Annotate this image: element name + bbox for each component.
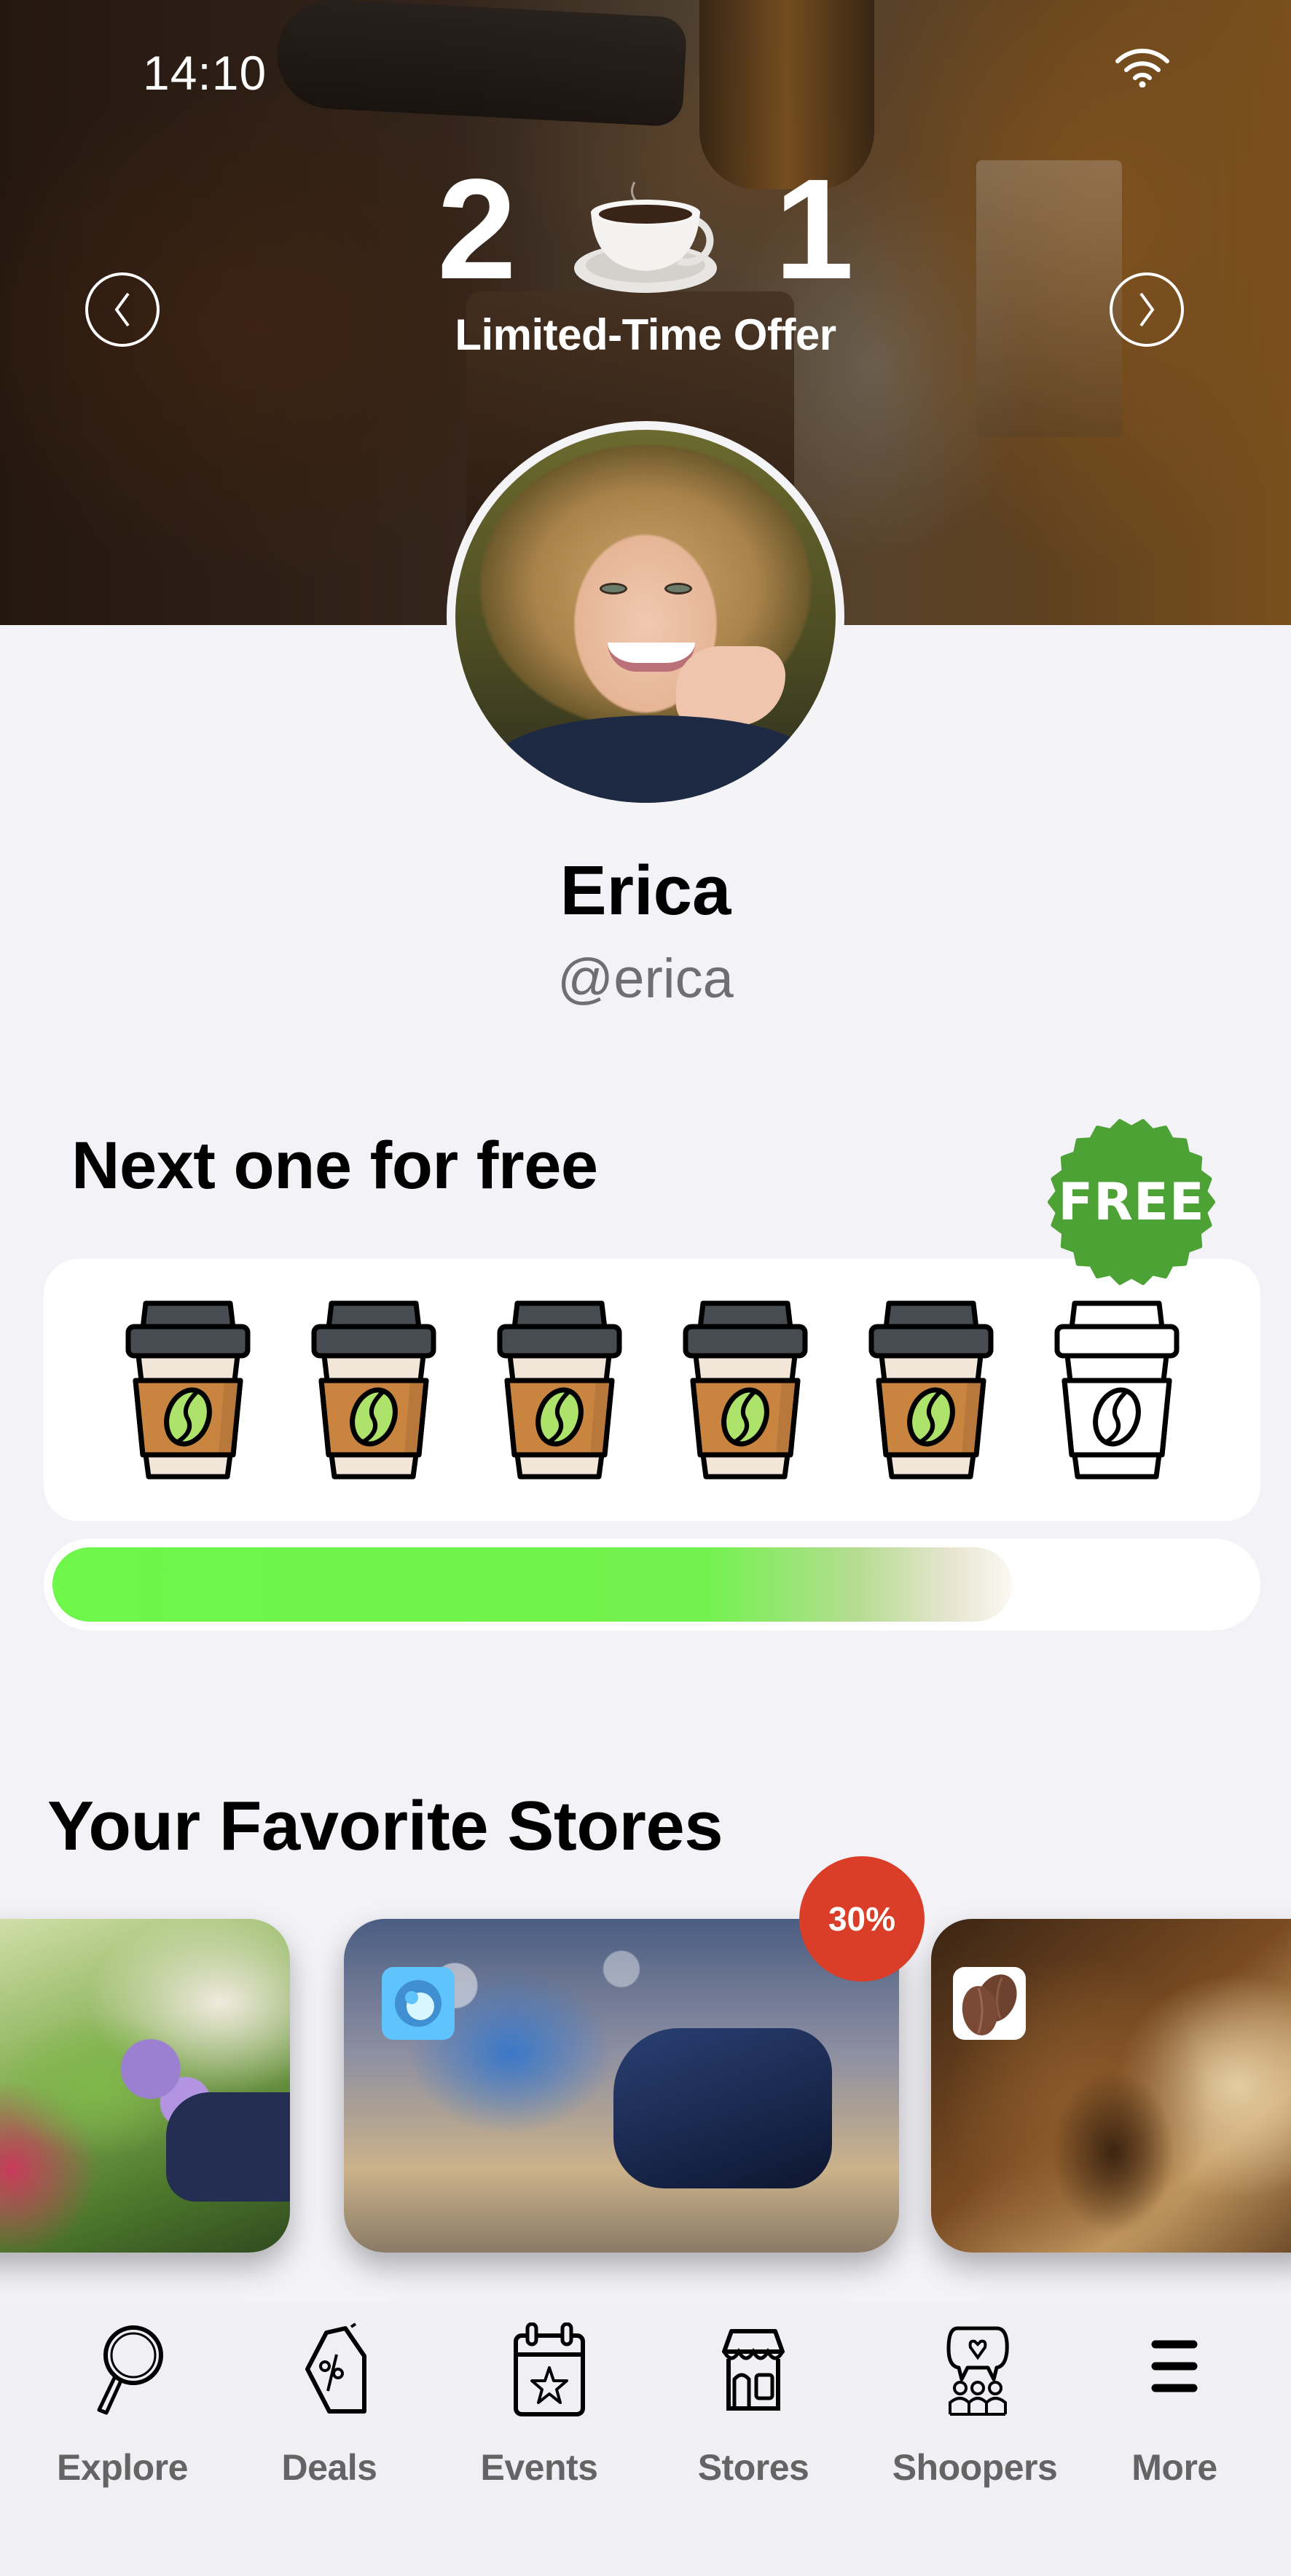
loyalty-title: Next one for free [71, 1128, 598, 1203]
store-card-coffee[interactable] [931, 1919, 1291, 2253]
stamp-collected [497, 1300, 621, 1480]
coffee-beans-logo [953, 1967, 1026, 2040]
status-time: 14:10 [143, 46, 267, 100]
free-badge: FREE [1048, 1118, 1215, 1286]
tab-shoopers[interactable]: Shoopers [880, 2322, 1070, 2490]
user-name: Erica [560, 852, 731, 930]
tab-events[interactable]: Events [444, 2322, 634, 2490]
flowers-photo [166, 2092, 290, 2202]
tab-explore[interactable]: Explore [28, 2322, 217, 2490]
store-card-vr[interactable] [344, 1919, 899, 2253]
stamp-collected [868, 1300, 993, 1480]
magnifier-icon [97, 2325, 163, 2415]
store-card-garden[interactable] [0, 1919, 290, 2253]
stamp-empty [1054, 1300, 1179, 1480]
coffee-cup-icon [574, 181, 717, 293]
promo-left-digit: 2 [437, 149, 517, 309]
avatar-photo [455, 430, 836, 803]
hamburger-menu-icon [1151, 2340, 1198, 2392]
loyalty-progress-fill [52, 1547, 1012, 1622]
stamp-collected [125, 1300, 250, 1480]
avatar[interactable] [447, 421, 844, 812]
tab-more[interactable]: More [1080, 2322, 1269, 2490]
stamp-card [44, 1259, 1260, 1521]
community-icon [946, 2326, 1009, 2416]
calendar-star-icon [514, 2322, 585, 2416]
tab-bar: Explore Deals Events Stores Shoopers Mor… [0, 2302, 1291, 2576]
discount-badge: 30% [799, 1856, 925, 1982]
loyalty-progress-bar [44, 1539, 1260, 1630]
wifi-icon [1115, 48, 1169, 87]
vr-headset-photo [613, 2028, 832, 2188]
favorite-stores-title: Your Favorite Stores [47, 1787, 723, 1865]
tab-stores[interactable]: Stores [659, 2322, 848, 2490]
storefront-icon [722, 2329, 785, 2411]
promo-title: 2 1 [437, 149, 854, 309]
tab-deals[interactable]: Deals [235, 2322, 424, 2490]
promo-right-digit: 1 [774, 149, 854, 309]
price-tag-icon [305, 2322, 366, 2414]
lens-logo [382, 1967, 455, 2040]
stamp-collected [683, 1300, 807, 1480]
lens-logo-icon [395, 1980, 442, 2027]
user-handle: @erica [557, 948, 734, 1010]
coffee-beans-icon [962, 1974, 1017, 2035]
promo-subtitle: Limited-Time Offer [455, 310, 836, 359]
free-badge-label: FREE [1058, 1172, 1205, 1232]
stamp-collected [311, 1300, 436, 1480]
